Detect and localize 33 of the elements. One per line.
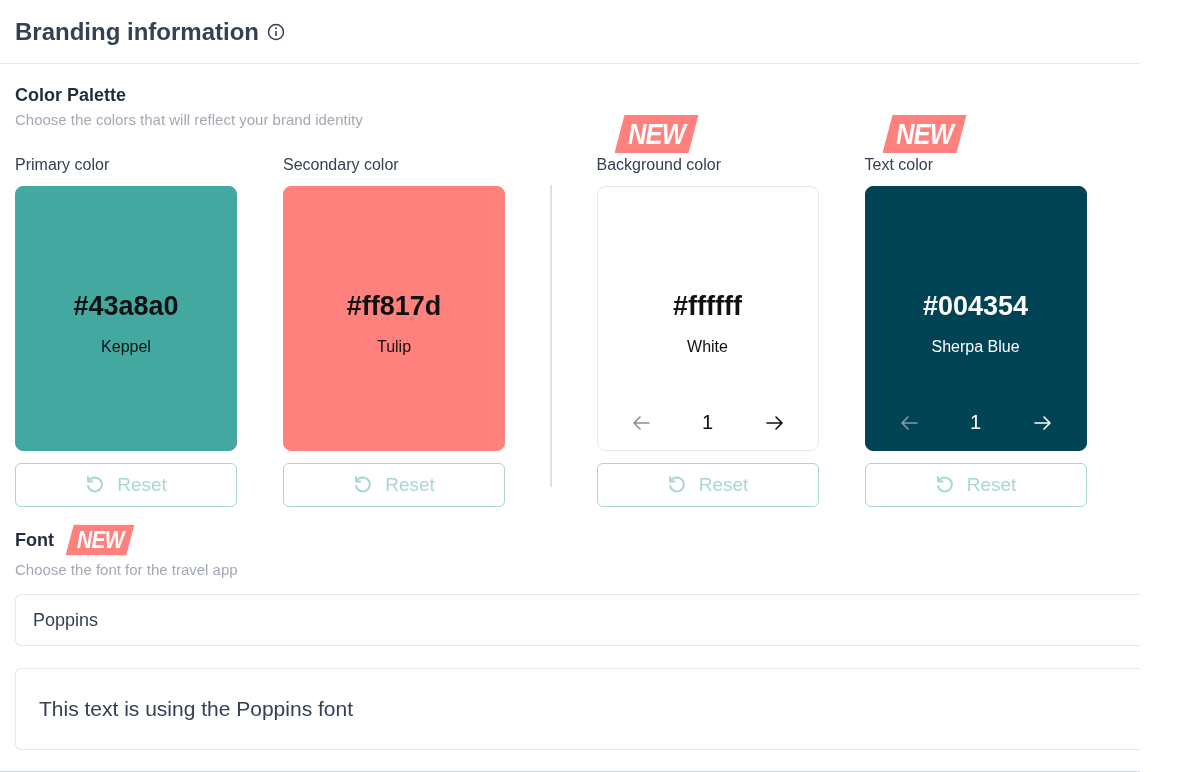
font-select-field[interactable]: Poppins [15, 594, 1140, 646]
new-badge: NEW [882, 115, 967, 153]
section-subtitle: Choose the font for the travel app [15, 561, 239, 578]
color-name: Keppel [101, 338, 151, 356]
new-badge: NEW [614, 115, 699, 153]
color-swatch[interactable]: #ff817d Tulip [283, 186, 505, 451]
swatch-label: Secondary color [283, 156, 400, 174]
page-number: 1 [701, 411, 714, 434]
section-title: Font [15, 529, 54, 551]
reset-icon [934, 475, 955, 495]
reset-icon [85, 475, 106, 495]
swatch-label: Background color [596, 156, 722, 174]
color-name: Sherpa Blue [931, 338, 1020, 356]
hex-code: #ffffff [673, 291, 742, 322]
info-icon[interactable] [267, 22, 285, 41]
next-arrow-icon[interactable] [765, 415, 784, 430]
swatch-label: Text color [864, 156, 934, 174]
section-subtitle: Choose the colors that will reflect your brand identity [15, 111, 364, 128]
preview-text: This text is using the Poppins font [39, 697, 353, 721]
page-number: 1 [969, 411, 982, 434]
color-swatch[interactable]: #43a8a0 Keppel [15, 186, 237, 451]
hex-code: #ff817d [346, 291, 442, 322]
page-title: Branding information [15, 17, 259, 46]
color-name: Tulip [376, 338, 412, 356]
reset-icon [666, 475, 687, 495]
swatch-label: Primary color [15, 156, 111, 174]
hex-code: #004354 [922, 291, 1029, 322]
reset-icon [353, 475, 374, 495]
color-swatch[interactable]: #ffffff White 1 [596, 186, 819, 451]
color-name: White [687, 338, 728, 356]
new-badge: NEW [65, 524, 135, 556]
section-title: Color Palette [15, 85, 128, 106]
hex-code: #43a8a0 [73, 291, 179, 322]
